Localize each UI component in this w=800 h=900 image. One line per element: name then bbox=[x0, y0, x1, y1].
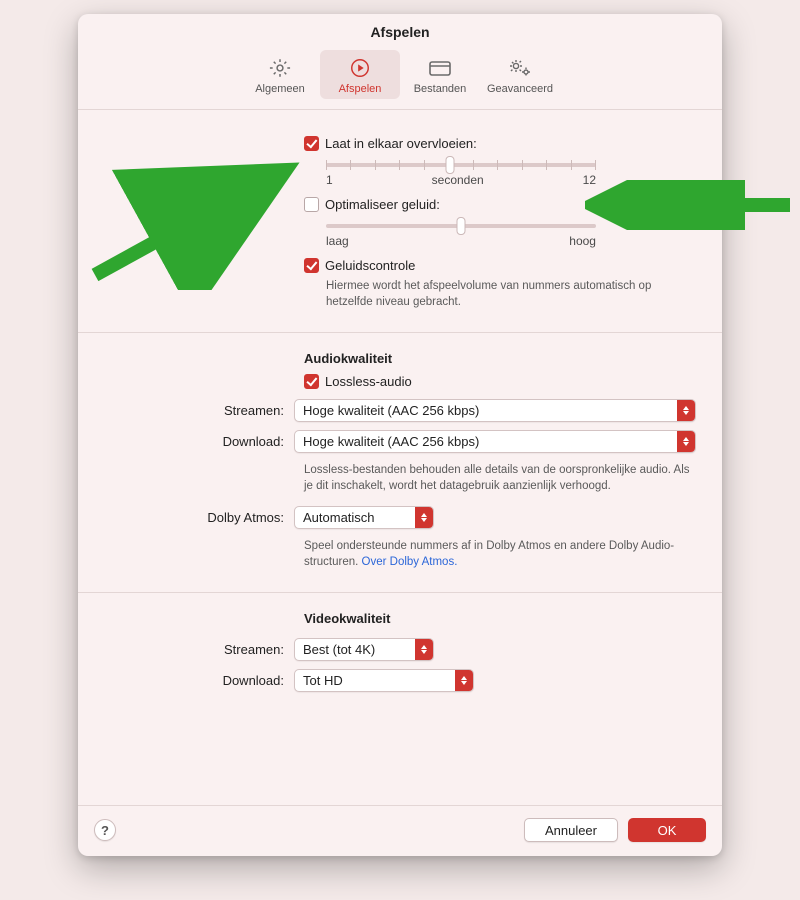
video-stream-label: Streamen: bbox=[104, 642, 294, 657]
select-value: Tot HD bbox=[303, 673, 343, 688]
audio-stream-label: Streamen: bbox=[104, 403, 294, 418]
preferences-window: Afspelen Algemeen Afspelen bbox=[78, 14, 722, 856]
crossfade-label: Laat in elkaar overvloeien: bbox=[325, 136, 477, 151]
audio-download-select[interactable]: Hoge kwaliteit (AAC 256 kbps) bbox=[294, 430, 696, 453]
dolby-desc: Speel ondersteunde nummers af in Dolby A… bbox=[304, 539, 696, 570]
crossfade-min: 1 bbox=[326, 173, 333, 187]
video-quality-heading: Videokwaliteit bbox=[304, 611, 696, 626]
tab-bar: Algemeen Afspelen Bestanden bbox=[78, 44, 722, 110]
gear-icon bbox=[242, 56, 318, 80]
help-button[interactable]: ? bbox=[94, 819, 116, 841]
divider bbox=[78, 332, 722, 333]
audio-download-label: Download: bbox=[104, 434, 294, 449]
video-stream-select[interactable]: Best (tot 4K) bbox=[294, 638, 434, 661]
crossfade-checkbox[interactable] bbox=[304, 136, 319, 151]
select-value: Hoge kwaliteit (AAC 256 kbps) bbox=[303, 403, 479, 418]
slider-thumb[interactable] bbox=[457, 217, 466, 235]
tab-label: Algemeen bbox=[242, 83, 318, 95]
sound-enhancer-label: Optimaliseer geluid: bbox=[325, 197, 440, 212]
crossfade-slider[interactable]: 1 seconden 12 bbox=[326, 163, 596, 187]
lossless-checkbox[interactable] bbox=[304, 374, 319, 389]
ok-button[interactable]: OK bbox=[628, 818, 706, 842]
lossless-label: Lossless-audio bbox=[325, 374, 412, 389]
cancel-button[interactable]: Annuleer bbox=[524, 818, 618, 842]
play-circle-icon bbox=[322, 56, 398, 80]
dolby-select[interactable]: Automatisch bbox=[294, 506, 434, 529]
video-download-select[interactable]: Tot HD bbox=[294, 669, 474, 692]
dolby-learn-more-link[interactable]: Over Dolby Atmos. bbox=[362, 556, 458, 568]
tab-label: Afspelen bbox=[322, 83, 398, 95]
tab-label: Bestanden bbox=[402, 83, 478, 95]
audio-stream-select[interactable]: Hoge kwaliteit (AAC 256 kbps) bbox=[294, 399, 696, 422]
select-value: Best (tot 4K) bbox=[303, 642, 375, 657]
folder-icon bbox=[402, 56, 478, 80]
soundcheck-checkbox[interactable] bbox=[304, 258, 319, 273]
select-value: Hoge kwaliteit (AAC 256 kbps) bbox=[303, 434, 479, 449]
divider bbox=[78, 592, 722, 593]
chevron-updown-icon bbox=[415, 639, 433, 660]
gears-icon bbox=[482, 56, 558, 80]
chevron-updown-icon bbox=[677, 400, 695, 421]
dolby-label: Dolby Atmos: bbox=[104, 510, 294, 525]
sound-enhancer-checkbox[interactable] bbox=[304, 197, 319, 212]
crossfade-unit: seconden bbox=[432, 173, 484, 187]
enhancer-low: laag bbox=[326, 234, 349, 248]
chevron-updown-icon bbox=[415, 507, 433, 528]
slider-thumb[interactable] bbox=[446, 156, 455, 174]
audio-quality-heading: Audiokwaliteit bbox=[304, 351, 696, 366]
content-area: Laat in elkaar overvloeien: 1 seconden 1… bbox=[78, 110, 722, 805]
crossfade-max: 12 bbox=[583, 173, 596, 187]
video-download-label: Download: bbox=[104, 673, 294, 688]
tab-files[interactable]: Bestanden bbox=[400, 50, 480, 99]
window-title: Afspelen bbox=[78, 14, 722, 44]
footer: ? Annuleer OK bbox=[78, 805, 722, 856]
lossless-desc: Lossless-bestanden behouden alle details… bbox=[304, 463, 696, 494]
enhancer-high: hoog bbox=[569, 234, 596, 248]
chevron-updown-icon bbox=[455, 670, 473, 691]
sound-enhancer-slider[interactable]: laag hoog bbox=[326, 224, 596, 248]
tab-playback[interactable]: Afspelen bbox=[320, 50, 400, 99]
soundcheck-label: Geluidscontrole bbox=[325, 258, 415, 273]
tab-label: Geavanceerd bbox=[482, 83, 558, 95]
chevron-updown-icon bbox=[677, 431, 695, 452]
select-value: Automatisch bbox=[303, 510, 375, 525]
tab-advanced[interactable]: Geavanceerd bbox=[480, 50, 560, 99]
tab-general[interactable]: Algemeen bbox=[240, 50, 320, 99]
soundcheck-desc: Hiermee wordt het afspeelvolume van numm… bbox=[326, 279, 696, 310]
